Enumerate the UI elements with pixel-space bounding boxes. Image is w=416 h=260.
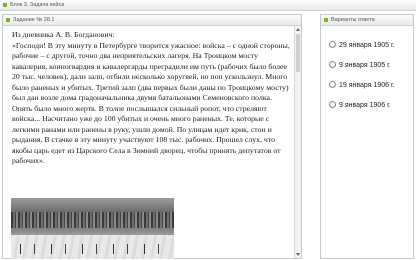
task-title: Задание № 28.1	[13, 17, 55, 23]
block-marker-icon	[3, 3, 7, 7]
photo-figures	[11, 244, 174, 254]
task-panel-header: Задание № 28.1	[3, 15, 301, 26]
answer-label-2: 9 января 1905 г.	[339, 62, 391, 69]
answer-label-4: 9 января 1906 г.	[339, 102, 391, 109]
diary-source: Из дневника А. В. Богданович:	[12, 30, 115, 39]
answers-panel: Варианты ответа 29 января 1905 г. 9 янва…	[320, 14, 414, 259]
block-header-bar: Блок 3. Задача кейса	[0, 0, 416, 11]
answer-option-1[interactable]: 29 января 1905 г.	[329, 40, 395, 52]
answer-label-3: 19 января 1906 г.	[339, 82, 395, 89]
task-scrollbar[interactable]	[294, 26, 301, 258]
radio-icon[interactable]	[329, 80, 336, 88]
task-text: Из дневника А. В. Богданович: «Господи! …	[12, 30, 291, 167]
diary-quote: «Господи! В эту минуту в Петербурге твор…	[12, 40, 290, 166]
scroll-thumb[interactable]	[296, 34, 300, 72]
task-marker-icon	[6, 18, 10, 22]
answer-option-2[interactable]: 9 января 1905 г.	[329, 60, 391, 72]
answer-label-1: 29 января 1905 г.	[339, 42, 395, 49]
historical-photo	[11, 198, 174, 259]
answers-title: Варианты ответа	[331, 17, 375, 23]
photo-crowd	[11, 212, 174, 228]
block-header: Блок 3. Задача кейса	[0, 0, 416, 11]
scroll-down-icon[interactable]	[296, 253, 300, 256]
answer-option-3[interactable]: 19 января 1906 г.	[329, 80, 395, 92]
answer-option-4[interactable]: 9 января 1906 г.	[329, 100, 391, 112]
radio-icon[interactable]	[329, 100, 336, 108]
block-title: Блок 3. Задача кейса	[10, 2, 65, 8]
scroll-up-icon[interactable]	[296, 28, 300, 31]
answers-panel-header: Варианты ответа	[321, 15, 413, 26]
task-panel: Задание № 28.1 Из дневника А. В. Богдано…	[2, 14, 302, 259]
answers-marker-icon	[324, 18, 328, 22]
radio-icon[interactable]	[329, 60, 336, 68]
radio-icon[interactable]	[329, 40, 336, 48]
